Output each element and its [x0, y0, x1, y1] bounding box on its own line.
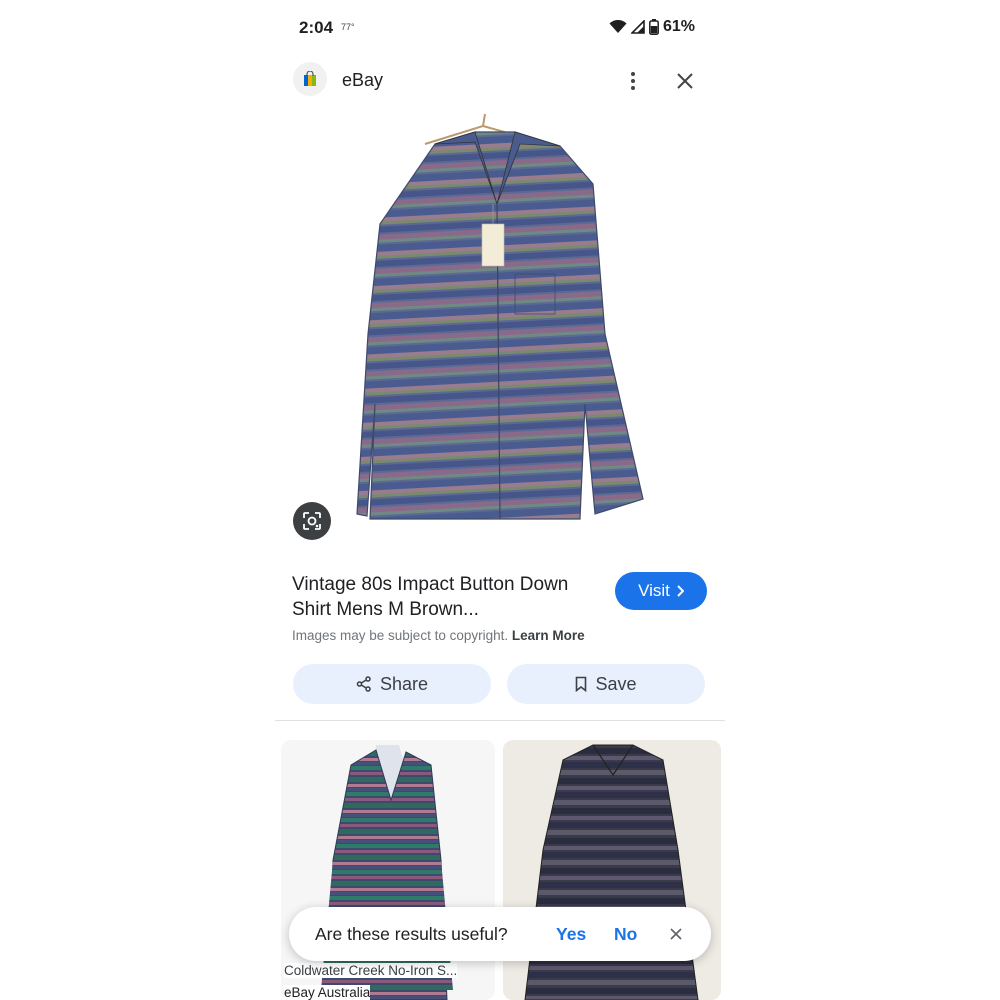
battery-icon	[649, 19, 659, 35]
green-striped-shirt-image	[321, 745, 453, 1000]
feedback-prompt: Are these results useful? Yes No	[289, 907, 711, 961]
related-result-source: eBay Australia	[284, 985, 371, 1000]
product-image[interactable]	[275, 104, 725, 554]
status-right-icons: 61%	[609, 18, 695, 36]
battery-percent: 61%	[662, 18, 695, 35]
status-temp: 77°	[341, 22, 355, 32]
section-divider	[275, 720, 725, 721]
google-lens-icon[interactable]	[293, 502, 331, 540]
learn-more-link[interactable]: Learn More	[512, 628, 585, 643]
chevron-right-icon	[677, 585, 684, 597]
visit-label: Visit	[638, 581, 670, 600]
signal-icon	[630, 20, 645, 34]
site-name[interactable]: eBay	[342, 70, 383, 91]
save-label: Save	[595, 673, 637, 694]
share-icon	[356, 676, 371, 692]
status-time: 2:04	[299, 18, 334, 37]
save-button[interactable]: Save	[507, 664, 705, 704]
more-vert-icon[interactable]	[621, 66, 645, 96]
copyright-text: Images may be subject to copyright.	[292, 628, 509, 643]
bookmark-icon	[576, 676, 587, 692]
dark-striped-shirt-image	[524, 744, 699, 1000]
phone-screen: 2:04 77° 61% eBay Vintage 80s Impact But…	[275, 0, 725, 1000]
share-label: Share	[379, 673, 429, 694]
related-result-thumbnail[interactable]	[281, 740, 495, 1000]
close-icon[interactable]	[665, 922, 687, 946]
striped-shirt-image	[356, 113, 644, 520]
source-header: eBay	[275, 58, 725, 104]
feedback-question: Are these results useful?	[315, 924, 508, 944]
status-bar: 2:04 77° 61%	[275, 0, 725, 56]
related-result-title[interactable]: Coldwater Creek No-Iron S...	[284, 963, 458, 978]
visit-button[interactable]: Visit	[615, 572, 707, 610]
feedback-no-button[interactable]: No	[614, 924, 637, 945]
feedback-yes-button[interactable]: Yes	[556, 924, 586, 945]
wifi-icon	[609, 20, 627, 33]
ebay-bag-icon	[293, 62, 327, 96]
close-icon[interactable]	[673, 66, 697, 96]
share-button[interactable]: Share	[293, 664, 491, 704]
related-result-thumbnail[interactable]	[503, 740, 721, 1000]
copyright-notice: Images may be subject to copyright. Lear…	[292, 628, 585, 643]
result-title[interactable]: Vintage 80s Impact Button Down Shirt Men…	[292, 572, 582, 622]
